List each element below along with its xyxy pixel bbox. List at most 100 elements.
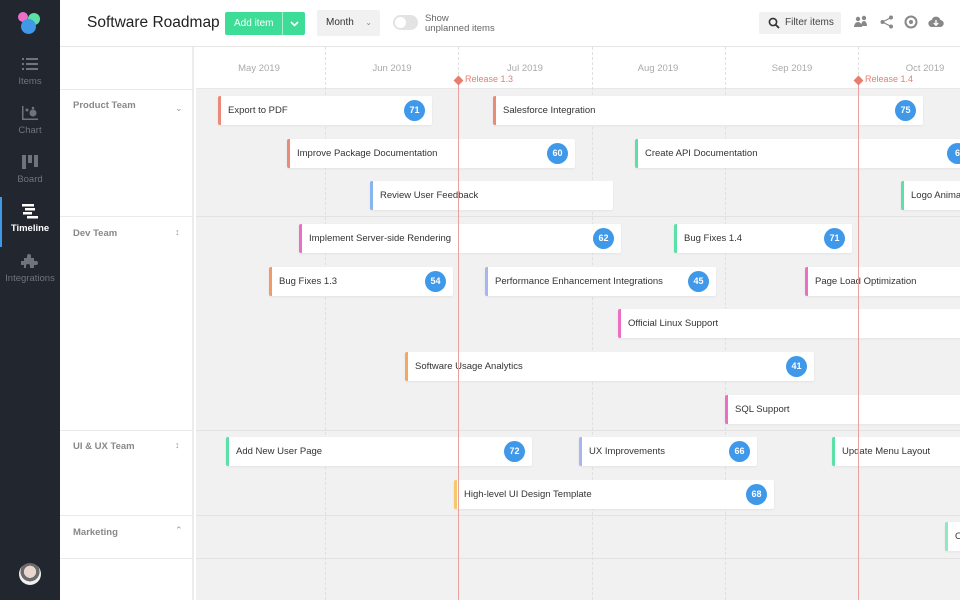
nav-item-label: Board	[17, 174, 43, 185]
roadmap-item-card[interactable]: High-level UI Design Template 68	[454, 480, 774, 509]
card-title: Bug Fixes 1.3	[279, 276, 338, 287]
roadmap-item-card[interactable]: Create API Documentation 6	[635, 139, 960, 168]
search-icon	[768, 17, 780, 29]
team-icon[interactable]	[853, 14, 869, 30]
chevron-down-icon	[290, 20, 299, 27]
release-label[interactable]: Release 1.4	[865, 74, 913, 84]
card-title: Implement Server-side Rendering	[309, 233, 452, 244]
card-title: Review User Feedback	[380, 190, 479, 201]
add-item-button[interactable]: Add item	[225, 12, 283, 35]
score-badge: 41	[786, 356, 807, 377]
filter-items-button[interactable]: Filter items	[759, 12, 841, 34]
divider	[60, 430, 194, 431]
score-badge: 54	[425, 271, 446, 292]
roadmap-item-card[interactable]: Improve Package Documentation 60	[287, 139, 575, 168]
roadmap-item-card[interactable]: Bug Fixes 1.4 71	[674, 224, 852, 253]
roadmap-item-card[interactable]: Page Load Optimization	[805, 267, 960, 296]
divider	[60, 89, 194, 90]
release-label[interactable]: Release 1.3	[465, 74, 513, 84]
card-title: Salesforce Integration	[503, 105, 596, 116]
score-badge: 60	[547, 143, 568, 164]
puzzle-icon	[20, 253, 39, 269]
score-badge: 71	[404, 100, 425, 121]
zoom-level-select[interactable]: Month ⌄	[317, 10, 380, 36]
swimlane-labels: Product Team ⌄ Dev Team ↕ UI & UX Team ↕…	[60, 47, 194, 600]
lane-label-dev-team: Dev Team	[73, 228, 118, 239]
month-label: Sep 2019	[771, 63, 813, 74]
chart-icon	[21, 105, 39, 121]
logo-icon[interactable]	[18, 11, 44, 37]
divider	[60, 216, 194, 217]
user-avatar[interactable]	[19, 563, 41, 585]
card-title: Performance Enhancement Integrations	[495, 276, 663, 287]
collapse-chevron-icon[interactable]: ⌄	[175, 103, 183, 114]
card-title: UX Improvements	[589, 446, 666, 457]
expand-collapse-icon[interactable]: ↕	[175, 227, 180, 237]
month-gridline	[592, 47, 593, 600]
month-label: May 2019	[238, 63, 280, 74]
timeline-icon	[21, 203, 39, 219]
nav-item-chart[interactable]: Chart	[0, 105, 60, 151]
nav-item-label: Integrations	[5, 273, 55, 284]
card-title: Bug Fixes 1.4	[684, 233, 743, 244]
release-line	[858, 80, 859, 600]
month-label: Aug 2019	[637, 63, 679, 74]
card-title: Software Usage Analytics	[415, 361, 523, 372]
board-icon	[21, 154, 39, 170]
zoom-level-value: Month	[326, 17, 354, 28]
score-badge: 68	[746, 484, 767, 505]
roadmap-item-card[interactable]: Official Linux Support	[618, 309, 960, 338]
roadmap-item-card[interactable]: UX Improvements 66	[579, 437, 757, 466]
nav-item-board[interactable]: Board	[0, 154, 60, 200]
list-icon	[21, 56, 39, 72]
roadmap-item-card[interactable]: Update Menu Layout	[832, 437, 960, 466]
show-unplanned-toggle[interactable]	[393, 15, 418, 30]
collapse-chevron-icon[interactable]: ⌃	[175, 525, 183, 536]
side-nav: Items Chart Board Timeline Integrations	[0, 0, 60, 600]
top-bar: Software Roadmap Add item Month ⌄ Show u…	[60, 0, 960, 47]
nav-item-integrations[interactable]: Integrations	[0, 253, 60, 299]
expand-collapse-icon[interactable]: ↕	[175, 440, 180, 450]
app: Items Chart Board Timeline Integrations	[0, 0, 960, 600]
nav-item-items[interactable]: Items	[0, 56, 60, 102]
lane-label-ui-ux-team: UI & UX Team	[73, 441, 135, 452]
share-icon[interactable]	[879, 14, 895, 30]
roadmap-item-card[interactable]: Performance Enhancement Integrations 45	[485, 267, 716, 296]
roadmap-item-card[interactable]: Bug Fixes 1.3 54	[269, 267, 453, 296]
cloud-download-icon[interactable]	[928, 14, 944, 30]
divider	[60, 558, 194, 559]
timeline-grid: May 2019 Jun 2019 Jul 2019 Aug 2019 Sep …	[196, 47, 960, 600]
roadmap-item-card[interactable]: Export to PDF 71	[218, 96, 432, 125]
roadmap-item-card[interactable]: SQL Support	[725, 395, 960, 424]
card-title: Logo Anima	[911, 190, 960, 201]
card-title: O	[955, 531, 960, 542]
add-item-dropdown-button[interactable]	[282, 12, 306, 35]
show-unplanned-label-line2: unplanned items	[425, 23, 495, 34]
score-badge: 6	[947, 143, 960, 164]
roadmap-item-card[interactable]: Software Usage Analytics 41	[405, 352, 814, 381]
lane-divider	[196, 430, 960, 431]
score-badge: 72	[504, 441, 525, 462]
roadmap-item-card[interactable]: O	[945, 522, 960, 551]
roadmap-item-card[interactable]: Add New User Page 72	[226, 437, 532, 466]
month-label: Jul 2019	[507, 63, 543, 74]
card-title: Update Menu Layout	[842, 446, 931, 457]
roadmap-item-card[interactable]: Implement Server-side Rendering 62	[299, 224, 621, 253]
settings-icon[interactable]	[903, 14, 919, 30]
divider	[60, 515, 194, 516]
lane-divider	[196, 216, 960, 217]
lane-label-product-team: Product Team	[73, 100, 136, 111]
lane-divider	[196, 515, 960, 516]
card-title: SQL Support	[735, 404, 790, 415]
nav-item-timeline[interactable]: Timeline	[0, 197, 60, 249]
roadmap-item-card[interactable]: Logo Anima	[901, 181, 960, 210]
roadmap-item-card[interactable]: Review User Feedback	[370, 181, 613, 210]
month-gridline	[325, 47, 326, 600]
lane-label-marketing: Marketing	[73, 527, 118, 538]
page-title: Software Roadmap	[87, 14, 220, 31]
filter-items-label: Filter items	[785, 17, 834, 28]
nav-item-label: Chart	[18, 125, 42, 136]
month-header: May 2019 Jun 2019 Jul 2019 Aug 2019 Sep …	[196, 47, 960, 89]
show-unplanned-label: Show unplanned items	[425, 14, 515, 34]
chevron-down-icon: ⌄	[365, 18, 372, 27]
